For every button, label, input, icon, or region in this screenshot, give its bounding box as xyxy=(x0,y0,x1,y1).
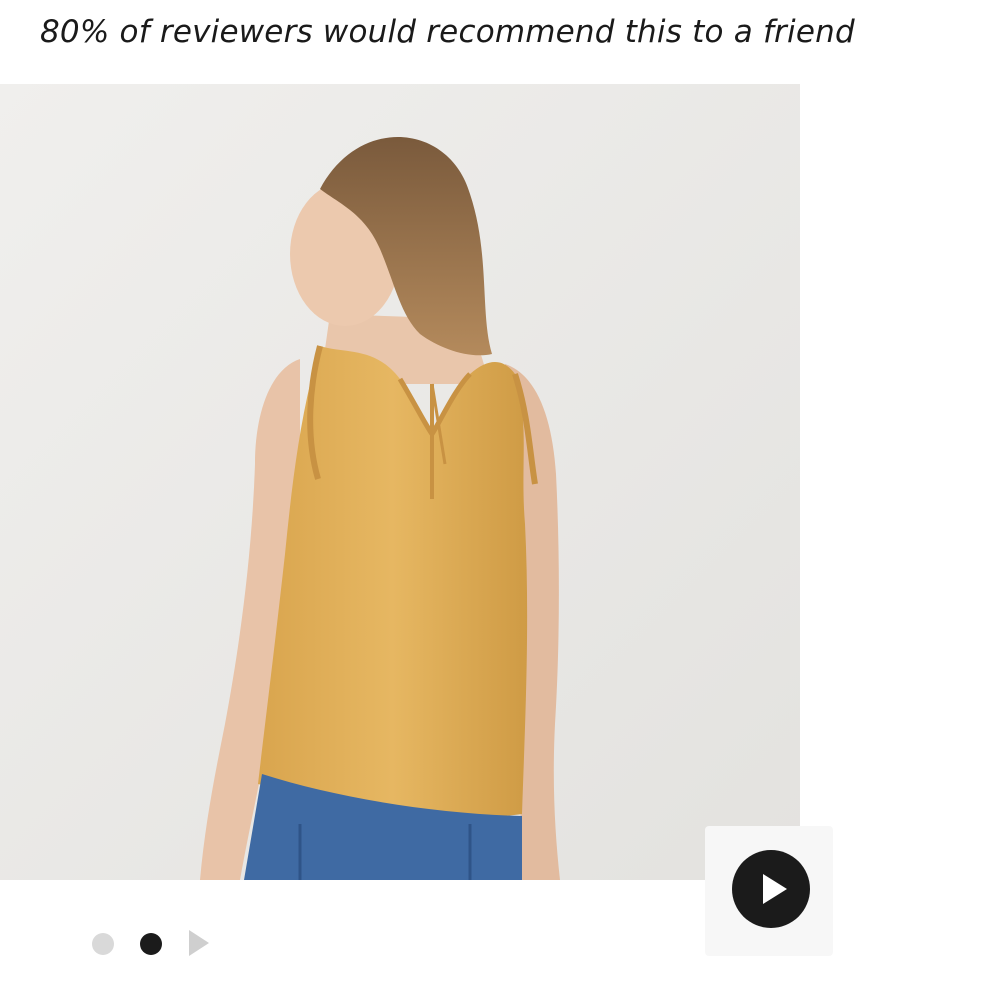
product-image[interactable] xyxy=(0,84,800,880)
recommend-summary: 80% of reviewers would recommend this to… xyxy=(40,14,855,50)
play-icon xyxy=(763,874,787,904)
product-photo xyxy=(0,84,800,880)
pagination-dot-1[interactable] xyxy=(92,933,114,955)
next-arrow-icon[interactable] xyxy=(189,930,209,956)
video-thumbnail[interactable] xyxy=(705,826,833,956)
play-button[interactable] xyxy=(732,850,810,928)
pagination-dot-2[interactable] xyxy=(140,933,162,955)
